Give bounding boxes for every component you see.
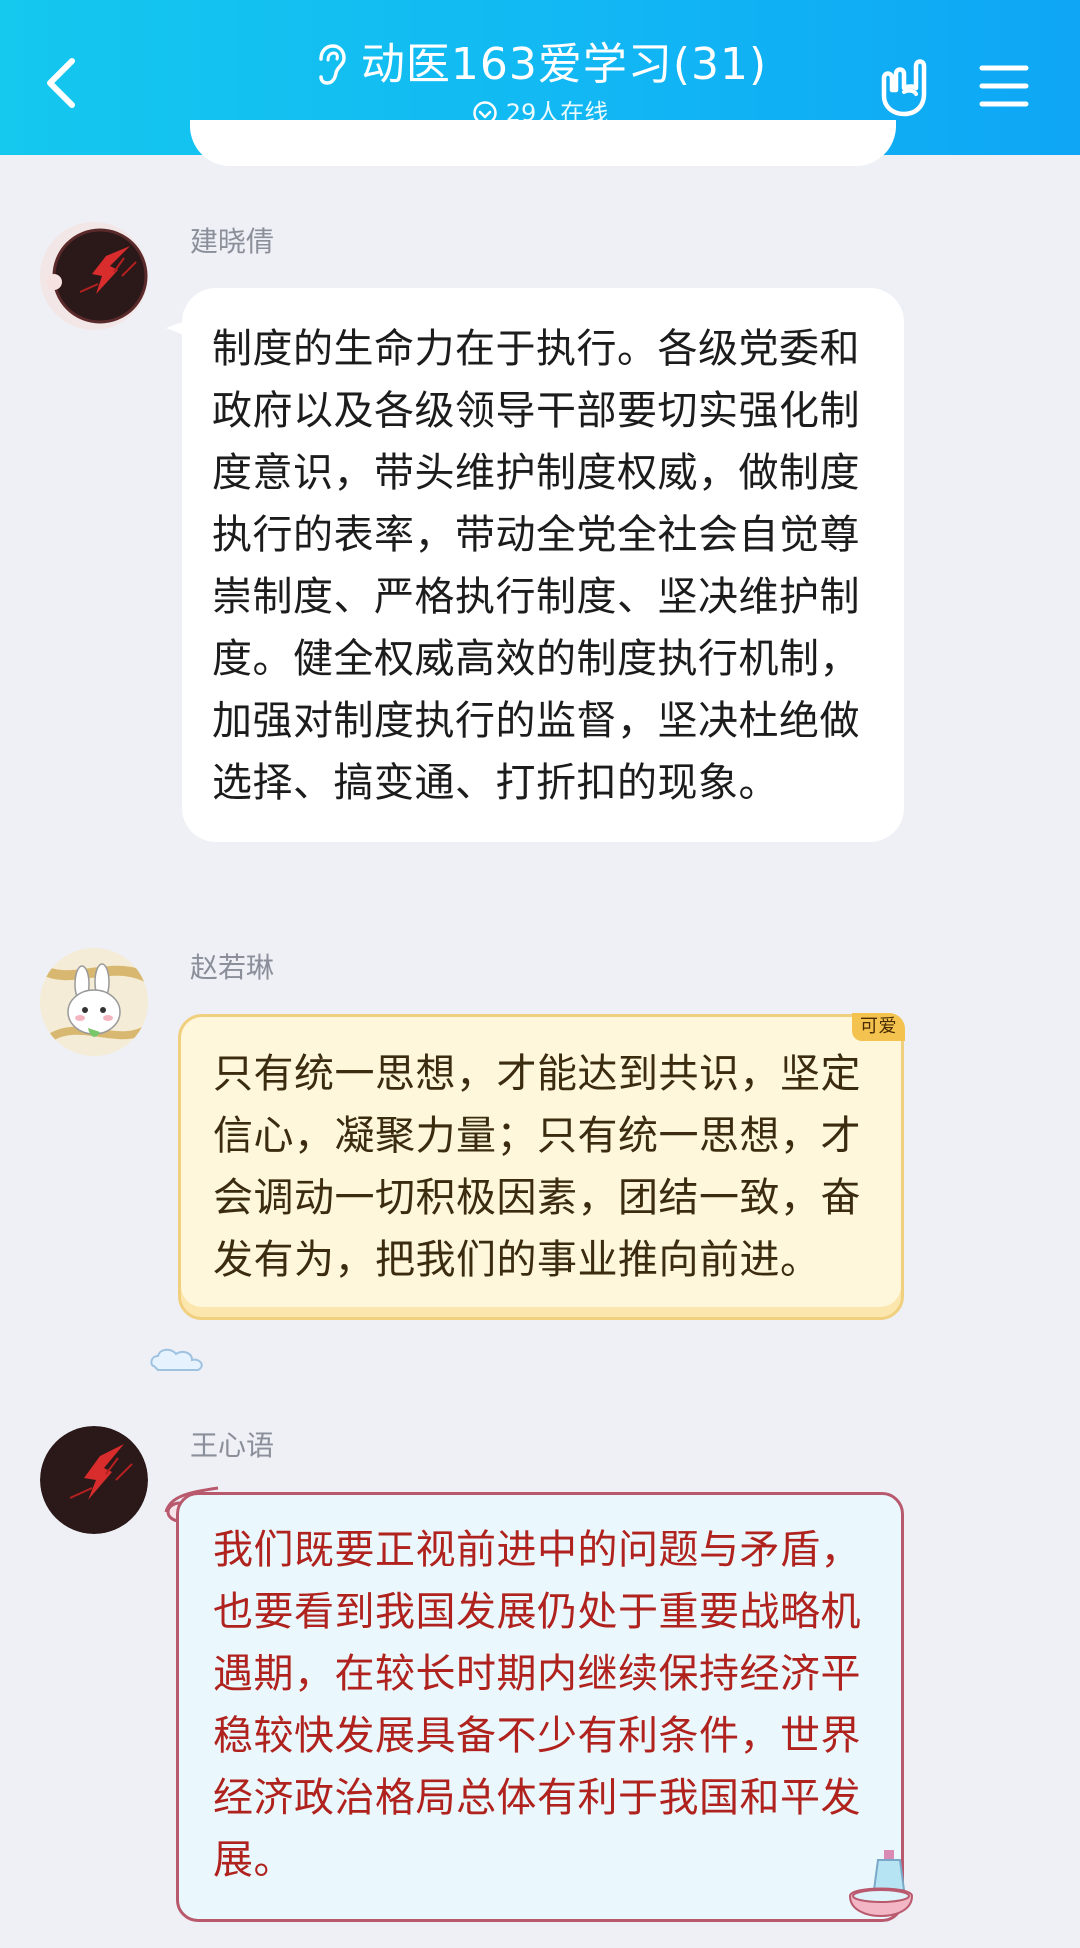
rock-hand-button[interactable] (874, 56, 938, 120)
rabbit-avatar-icon (40, 948, 148, 1056)
avatar[interactable] (40, 948, 148, 1056)
sender-name: 建晓倩 (190, 225, 275, 258)
previous-message-bubble[interactable] (190, 120, 896, 166)
rock-hand-icon (881, 59, 927, 117)
chat-title-area[interactable]: 动医163爱学习(31) 29人在线 (200, 34, 880, 130)
avatar[interactable] (40, 222, 148, 330)
back-button[interactable] (36, 48, 86, 118)
chat-title: 动医163爱学习(31) (360, 39, 768, 90)
message-bubble[interactable]: 制度的生命力在于执行。各级党委和政府以及各级领导干部要切实强化制度意识，带头维护… (182, 288, 904, 842)
ear-icon (319, 44, 346, 85)
cloud-cat-decoration-icon (150, 1348, 203, 1371)
message-bubble[interactable]: 我们既要正视前进中的问题与矛盾，也要看到我国发展仍处于重要战略机遇期，在较长时期… (176, 1492, 904, 1922)
message-bubble[interactable]: 只有统一思想，才能达到共识，坚定信心，凝聚力量；只有统一思想，才会调动一切积极因… (178, 1013, 905, 1320)
menu-button[interactable] (978, 60, 1030, 112)
bath-bottle-decoration-icon (848, 1850, 914, 1918)
dark-lightning-avatar-icon (40, 1426, 148, 1534)
bubble-tag: 可爱 (852, 1013, 905, 1041)
dark-lightning-avatar-icon (40, 222, 148, 330)
back-arrow-icon (47, 58, 75, 108)
sender-name: 王心语 (190, 1429, 275, 1462)
sender-name: 赵若琳 (190, 951, 275, 984)
message-text: 只有统一思想，才能达到共识，坚定信心，凝聚力量；只有统一思想，才会调动一切积极因… (213, 1051, 861, 1283)
avatar[interactable] (40, 1426, 148, 1534)
menu-icon (979, 65, 1029, 107)
